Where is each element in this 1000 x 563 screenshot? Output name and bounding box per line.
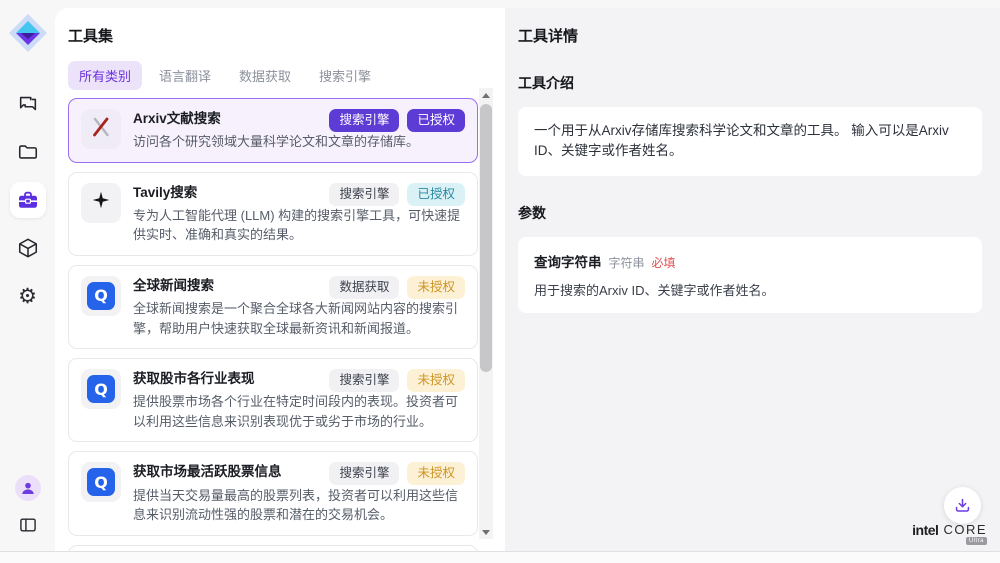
tool-icon: Q bbox=[81, 276, 121, 316]
param-box: 查询字符串 字符串 必填 用于搜索的Arxiv ID、关键字或作者姓名。 bbox=[518, 237, 982, 313]
toolset-panel: 工具集 所有类别 语言翻译 数据获取 搜索引擎 Arxiv文献搜索 访问各个研究… bbox=[55, 8, 505, 551]
category-tab[interactable]: 所有类别 bbox=[68, 61, 142, 90]
tool-icon bbox=[81, 109, 121, 149]
core-ultra-badge: Ultra bbox=[966, 537, 987, 545]
category-tab[interactable]: 语言翻译 bbox=[148, 61, 222, 90]
tool-description: 提供股票市场各个行业在特定时间段内的表现。投资者可以利用这些信息来识别表现优于或… bbox=[133, 392, 465, 431]
toolset-title: 工具集 bbox=[68, 25, 505, 46]
spark-star-icon bbox=[90, 189, 112, 216]
tool-auth-badge: 未授权 bbox=[407, 369, 465, 392]
tool-description: 访问各个研究领域大量科学论文和文章的存储库。 bbox=[133, 132, 465, 152]
scroll-up-icon[interactable] bbox=[479, 88, 493, 102]
tool-category-badge: 搜索引擎 bbox=[329, 109, 399, 132]
scrollbar-thumb[interactable] bbox=[480, 104, 492, 372]
param-description: 用于搜索的Arxiv ID、关键字或作者姓名。 bbox=[534, 280, 966, 299]
tool-list: Arxiv文献搜索 访问各个研究领域大量科学论文和文章的存储库。 搜索引擎 已授… bbox=[68, 98, 478, 551]
category-tab[interactable]: 数据获取 bbox=[228, 61, 302, 90]
toolbox-icon[interactable] bbox=[10, 182, 46, 218]
rail-nav: ⚙ bbox=[10, 86, 46, 314]
tool-card[interactable]: 万维地区新闻查询 查询具体行政区划内的新闻，快速了解各地新闻动 搜索引擎 未授权 bbox=[68, 545, 478, 551]
news-search-logo-icon: Q bbox=[87, 282, 115, 310]
scroll-down-icon[interactable] bbox=[479, 525, 493, 539]
tool-details-panel: 工具详情 工具介绍 一个用于从Arxiv存储库搜索科学论文和文章的工具。 输入可… bbox=[505, 8, 1000, 551]
intro-heading: 工具介绍 bbox=[518, 73, 982, 93]
rail-bottom bbox=[14, 475, 42, 539]
news-search-logo-icon: Q bbox=[87, 468, 115, 496]
folder-icon[interactable] bbox=[10, 134, 46, 170]
params-heading: 参数 bbox=[518, 203, 982, 223]
app-window: ⚙ 工具集 所有类别 语言翻译 数据获取 搜索 bbox=[0, 0, 1000, 552]
tool-category-badge: 搜索引擎 bbox=[329, 369, 399, 392]
news-search-logo-icon: Q bbox=[87, 375, 115, 403]
tool-icon: Q bbox=[81, 462, 121, 502]
arxiv-logo-icon bbox=[89, 115, 113, 144]
intel-core-logo: intel CORE Ultra bbox=[912, 523, 987, 545]
app-logo-icon bbox=[8, 13, 48, 58]
chat-icon[interactable] bbox=[10, 86, 46, 122]
intro-text: 一个用于从Arxiv存储库搜索科学论文和文章的工具。 输入可以是Arxiv ID… bbox=[534, 121, 966, 162]
tool-card[interactable]: Q 全球新闻搜索 全球新闻搜索是一个聚合全球各大新闻网站内容的搜索引擎，帮助用户… bbox=[68, 265, 478, 349]
tool-description: 提供当天交易量最高的股票列表，投资者可以利用这些信息来识别流动性强的股票和潜在的… bbox=[133, 486, 465, 525]
tool-card[interactable]: Arxiv文献搜索 访问各个研究领域大量科学论文和文章的存储库。 搜索引擎 已授… bbox=[68, 98, 478, 163]
category-tabs: 所有类别 语言翻译 数据获取 搜索引擎 bbox=[68, 61, 505, 90]
panel-toggle-icon[interactable] bbox=[14, 511, 42, 539]
intro-box: 一个用于从Arxiv存储库搜索科学论文和文章的工具。 输入可以是Arxiv ID… bbox=[518, 107, 982, 176]
param-required-label: 必填 bbox=[652, 254, 676, 271]
left-rail: ⚙ bbox=[0, 0, 55, 551]
settings-gear-icon[interactable]: ⚙ bbox=[10, 278, 46, 314]
param-name: 查询字符串 bbox=[534, 251, 602, 271]
tool-auth-badge: 未授权 bbox=[407, 276, 465, 299]
category-tab[interactable]: 搜索引擎 bbox=[308, 61, 382, 90]
tool-category-badge: 数据获取 bbox=[329, 276, 399, 299]
list-scrollbar[interactable] bbox=[479, 88, 493, 539]
tool-category-badge: 搜索引擎 bbox=[329, 183, 399, 206]
tool-card[interactable]: Q 获取股市各行业表现 提供股票市场各个行业在特定时间段内的表现。投资者可以利用… bbox=[68, 358, 478, 442]
tool-description: 专为人工智能代理 (LLM) 构建的搜索引擎工具，可快速提供实时、准确和真实的结… bbox=[133, 206, 465, 245]
param-type: 字符串 bbox=[609, 254, 645, 271]
tool-auth-badge: 已授权 bbox=[407, 109, 465, 132]
tool-description: 全球新闻搜索是一个聚合全球各大新闻网站内容的搜索引擎，帮助用户快速获取全球最新资… bbox=[133, 299, 465, 338]
download-button[interactable] bbox=[944, 487, 981, 524]
user-avatar[interactable] bbox=[15, 475, 41, 501]
cube-icon[interactable] bbox=[10, 230, 46, 266]
intel-wordmark: intel bbox=[912, 523, 938, 537]
tool-card[interactable]: Q 获取市场最活跃股票信息 提供当天交易量最高的股票列表，投资者可以利用这些信息… bbox=[68, 451, 478, 535]
tool-card[interactable]: Tavily搜索 专为人工智能代理 (LLM) 构建的搜索引擎工具，可快速提供实… bbox=[68, 172, 478, 256]
tool-icon: Q bbox=[81, 369, 121, 409]
details-title: 工具详情 bbox=[518, 25, 982, 46]
tool-auth-badge: 未授权 bbox=[407, 462, 465, 485]
tool-auth-badge: 已授权 bbox=[407, 183, 465, 206]
workspace: 工具集 所有类别 语言翻译 数据获取 搜索引擎 Arxiv文献搜索 访问各个研究… bbox=[55, 8, 1000, 551]
tool-icon bbox=[81, 183, 121, 223]
core-wordmark: CORE bbox=[943, 523, 987, 536]
tool-category-badge: 搜索引擎 bbox=[329, 462, 399, 485]
